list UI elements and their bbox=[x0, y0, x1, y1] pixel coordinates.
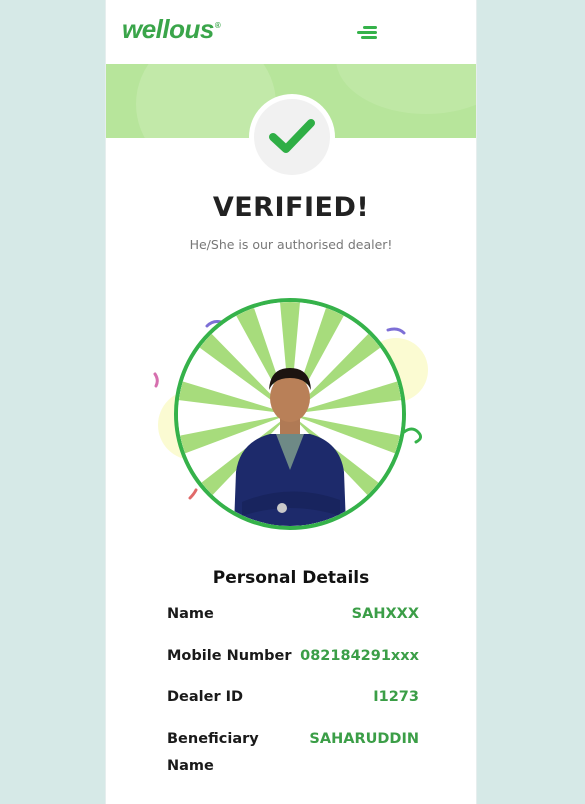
dealer-photo bbox=[178, 302, 402, 526]
detail-label: Beneficiary Name bbox=[167, 731, 259, 774]
detail-row-dealer-id: Dealer ID I1273 bbox=[167, 684, 419, 711]
logo-text: wellous bbox=[122, 14, 214, 44]
detail-row-mobile: Mobile Number 082184291xxx bbox=[167, 643, 419, 670]
header: wellous® bbox=[106, 0, 476, 64]
check-badge bbox=[254, 99, 330, 175]
menu-icon[interactable] bbox=[354, 24, 380, 42]
detail-row-beneficiary: Beneficiary Name SAHARUDDIN bbox=[167, 726, 419, 780]
dealer-photo-frame bbox=[174, 298, 406, 530]
registered-mark: ® bbox=[214, 21, 221, 31]
detail-value: I1273 bbox=[373, 689, 419, 705]
photo-section bbox=[106, 290, 476, 550]
verified-subtitle: He/She is our authorised dealer! bbox=[189, 237, 393, 252]
verification-card: wellous® VERIFIED! He/She is our authori… bbox=[105, 0, 477, 804]
check-icon bbox=[269, 119, 315, 153]
personal-details-heading: Personal Details bbox=[212, 568, 370, 588]
detail-value: SAHXXX bbox=[351, 606, 419, 622]
detail-value: SAHARUDDIN bbox=[309, 731, 419, 747]
verified-title: VERIFIED! bbox=[212, 192, 370, 223]
detail-row-name: Name SAHXXX bbox=[167, 601, 419, 628]
detail-label: Mobile Number bbox=[167, 648, 292, 664]
detail-value: 082184291xxx bbox=[300, 648, 419, 664]
detail-label: Name bbox=[167, 606, 214, 622]
wellous-logo[interactable]: wellous® bbox=[122, 14, 221, 45]
detail-label: Dealer ID bbox=[167, 689, 244, 705]
